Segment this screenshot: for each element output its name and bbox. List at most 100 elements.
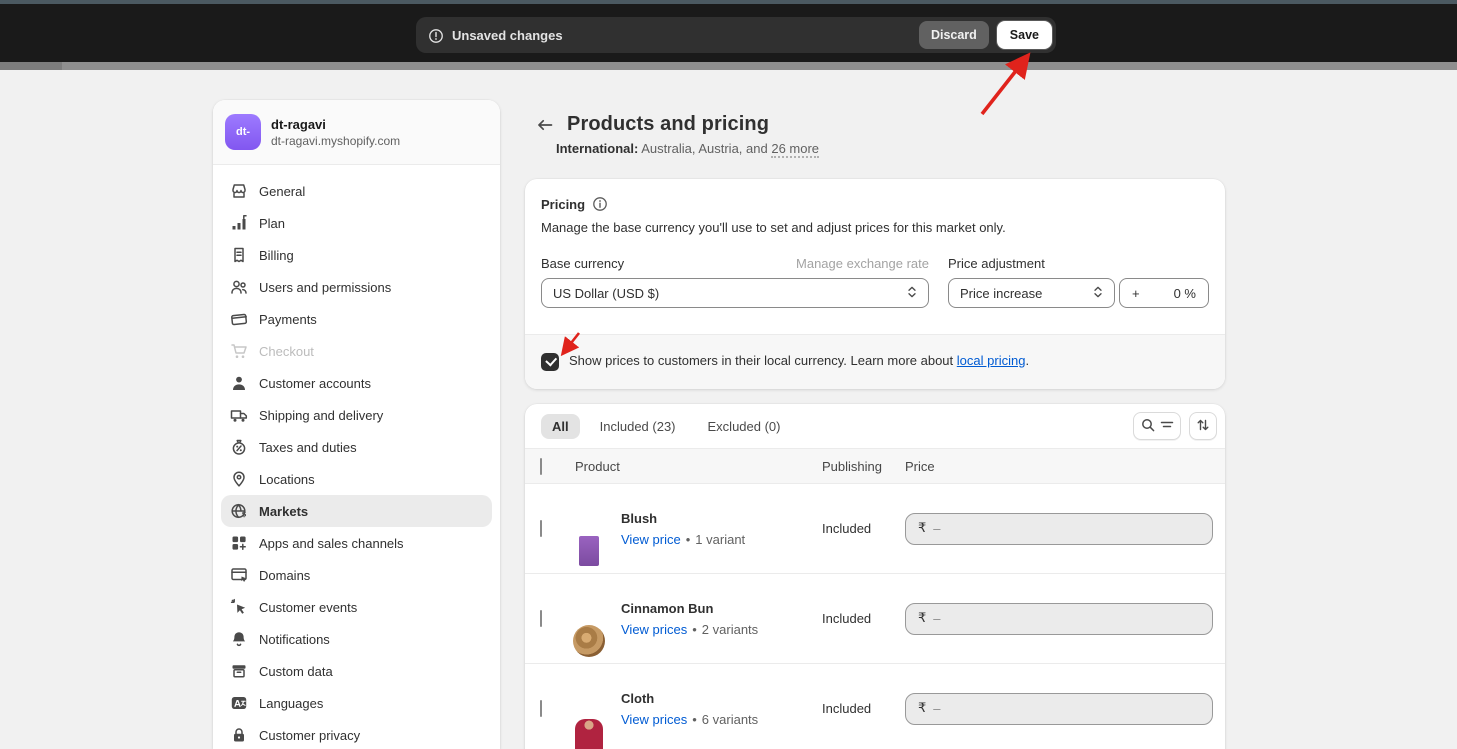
local-currency-section: Show prices to customers in their local … <box>525 334 1225 389</box>
table-row: Cinnamon Bun View prices • 2 variants In… <box>525 574 1225 664</box>
main-content: Products and pricing International: Aust… <box>525 100 1225 749</box>
tab-all[interactable]: All <box>541 414 580 439</box>
sidebar-item-custom-data[interactable]: Custom data <box>221 655 492 687</box>
meta-bullet: • <box>692 622 697 637</box>
alert-circle-icon <box>428 27 444 43</box>
search-filter-button[interactable] <box>1133 412 1181 440</box>
apps-grid-icon <box>229 533 249 553</box>
sidebar-item-customer-events[interactable]: Customer events <box>221 591 492 623</box>
store-icon <box>229 181 249 201</box>
price-placeholder: – <box>933 611 940 626</box>
sort-button[interactable] <box>1189 412 1217 440</box>
sidebar-item-label: Customer privacy <box>259 728 360 743</box>
sidebar-item-label: General <box>259 184 305 199</box>
sidebar-item-payments[interactable]: Payments <box>221 303 492 335</box>
local-currency-suffix: . <box>1025 353 1029 368</box>
price-placeholder: – <box>933 701 940 716</box>
store-domain: dt-ragavi.myshopify.com <box>271 134 400 148</box>
market-more-link[interactable]: 26 more <box>771 141 819 158</box>
tab-included[interactable]: Included (23) <box>588 414 688 439</box>
column-header-price: Price <box>905 459 935 474</box>
price-adjustment-value: Price increase <box>960 286 1042 301</box>
discard-button[interactable]: Discard <box>919 21 989 49</box>
pricing-card-title: Pricing <box>541 197 585 212</box>
column-header-publishing: Publishing <box>822 459 905 474</box>
person-icon <box>229 373 249 393</box>
sidebar-item-label: Shipping and delivery <box>259 408 383 423</box>
sidebar-item-billing[interactable]: Billing <box>221 239 492 271</box>
back-arrow-icon[interactable] <box>534 114 556 136</box>
view-price-link[interactable]: View price <box>621 532 681 547</box>
sidebar-item-customer-privacy[interactable]: Customer privacy <box>221 719 492 749</box>
sidebar-item-notifications[interactable]: Notifications <box>221 623 492 655</box>
table-row: Cloth View prices • 6 variants Included … <box>525 664 1225 749</box>
page-header: Products and pricing <box>525 100 1225 136</box>
row-checkbox[interactable] <box>540 700 542 717</box>
sidebar-item-taxes-and-duties[interactable]: Taxes and duties <box>221 431 492 463</box>
base-currency-label: Base currency <box>541 256 624 271</box>
settings-nav: General Plan Billing Users and permissio… <box>213 165 500 749</box>
sidebar-item-apps-and-sales-channels[interactable]: Apps and sales channels <box>221 527 492 559</box>
table-row: Blush View price • 1 variant Included ₹ … <box>525 484 1225 574</box>
billing-receipt-icon <box>229 245 249 265</box>
sidebar-item-users-and-permissions[interactable]: Users and permissions <box>221 271 492 303</box>
sidebar-item-plan[interactable]: Plan <box>221 207 492 239</box>
unsaved-changes-bar: Unsaved changes Discard Save <box>416 17 1056 53</box>
sidebar-item-label: Billing <box>259 248 294 263</box>
local-currency-checkbox[interactable] <box>541 353 559 371</box>
local-currency-text: Show prices to customers in their local … <box>569 353 1029 368</box>
publishing-status: Included <box>822 611 905 626</box>
currency-symbol: ₹ <box>918 701 926 716</box>
tax-percent-icon <box>229 437 249 457</box>
settings-sidebar: dt- dt-ragavi dt-ragavi.myshopify.com Ge… <box>213 100 500 749</box>
page-top-divider <box>0 62 1457 70</box>
adjustment-percent-input[interactable]: + 0 % <box>1119 278 1209 308</box>
view-price-link[interactable]: View prices <box>621 712 687 727</box>
sidebar-item-languages[interactable]: Languages <box>221 687 492 719</box>
base-currency-select[interactable]: US Dollar (USD $) <box>541 278 929 308</box>
row-checkbox[interactable] <box>540 520 542 537</box>
price-input-disabled: ₹ – <box>905 513 1213 545</box>
sidebar-item-label: Notifications <box>259 632 330 647</box>
market-regions: Australia, Austria, and <box>641 141 767 156</box>
select-all-checkbox[interactable] <box>540 458 542 475</box>
adjustment-value: 0 % <box>1174 286 1196 301</box>
save-button[interactable]: Save <box>997 21 1052 49</box>
sidebar-item-locations[interactable]: Locations <box>221 463 492 495</box>
sidebar-item-shipping-and-delivery[interactable]: Shipping and delivery <box>221 399 492 431</box>
market-name: International: <box>556 141 638 156</box>
product-name: Blush <box>621 511 822 526</box>
currency-symbol: ₹ <box>918 521 926 536</box>
sidebar-item-general[interactable]: General <box>221 175 492 207</box>
product-tabs: All Included (23) Excluded (0) <box>525 404 1225 448</box>
pricing-card: Pricing Manage the base currency you'll … <box>525 179 1225 389</box>
sidebar-item-domains[interactable]: Domains <box>221 559 492 591</box>
translate-icon <box>229 693 249 713</box>
local-pricing-link[interactable]: local pricing <box>957 353 1026 368</box>
view-price-link[interactable]: View prices <box>621 622 687 637</box>
price-adjustment-select[interactable]: Price increase <box>948 278 1115 308</box>
payments-card-icon <box>229 309 249 329</box>
sidebar-item-label: Customer events <box>259 600 357 615</box>
meta-bullet: • <box>686 532 691 547</box>
globe-currency-icon: $ <box>229 501 249 521</box>
product-name: Cloth <box>621 691 822 706</box>
price-placeholder: – <box>933 521 940 536</box>
sidebar-item-label: Languages <box>259 696 323 711</box>
price-input-disabled: ₹ – <box>905 603 1213 635</box>
checkout-cart-icon <box>229 341 249 361</box>
info-icon[interactable] <box>592 196 608 212</box>
product-name: Cinnamon Bun <box>621 601 822 616</box>
cursor-click-icon <box>229 597 249 617</box>
unsaved-changes-label: Unsaved changes <box>452 28 563 43</box>
store-name: dt-ragavi <box>271 117 400 132</box>
sidebar-item-label: Domains <box>259 568 310 583</box>
row-checkbox[interactable] <box>540 610 542 627</box>
price-adjustment-label: Price adjustment <box>948 256 1045 271</box>
sidebar-item-label: Checkout <box>259 344 314 359</box>
sidebar-item-customer-accounts[interactable]: Customer accounts <box>221 367 492 399</box>
tab-excluded[interactable]: Excluded (0) <box>696 414 793 439</box>
chevron-updown-icon <box>904 284 920 303</box>
sidebar-item-markets[interactable]: $ Markets <box>221 495 492 527</box>
sidebar-item-label: Taxes and duties <box>259 440 357 455</box>
